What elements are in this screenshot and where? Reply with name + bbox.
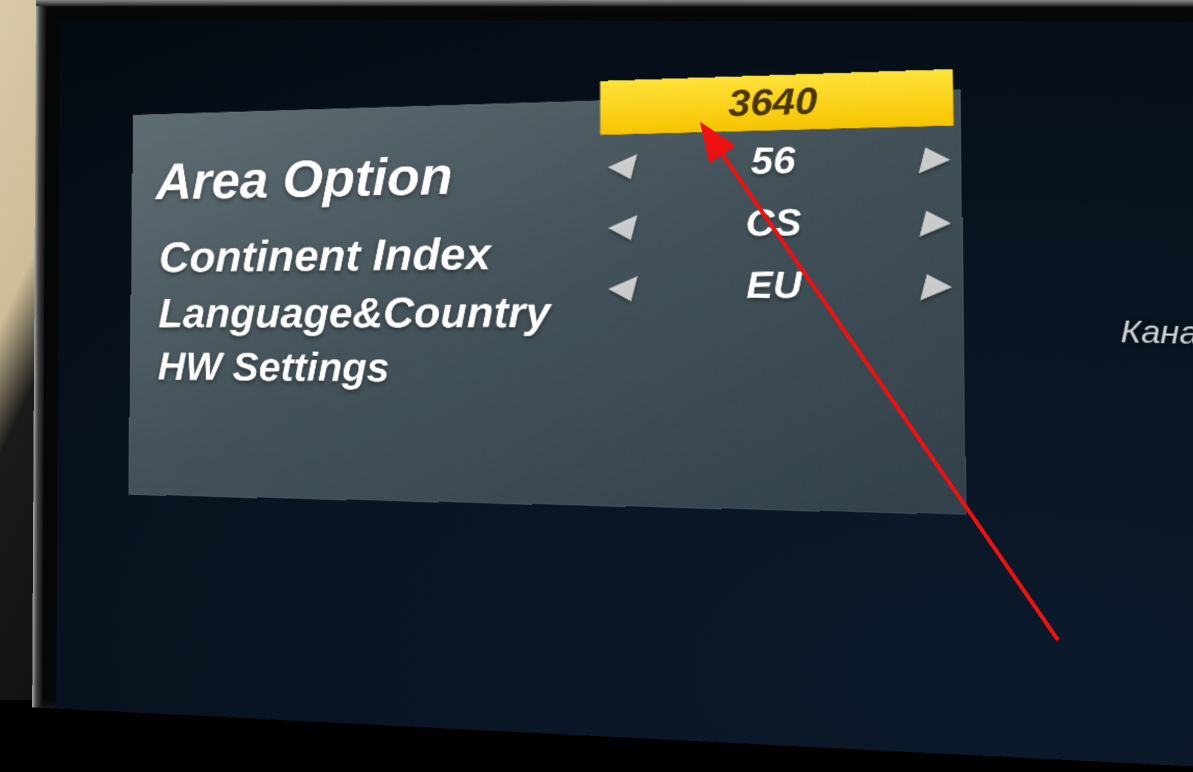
value-hw-settings[interactable]: ◀ EU ▶: [600, 253, 956, 318]
value-language-country-text: CS: [746, 201, 802, 245]
panel-title: Area Option: [156, 145, 453, 212]
arrow-right-icon[interactable]: ▶: [922, 266, 949, 304]
label-language-country[interactable]: Language&Country: [158, 289, 550, 337]
value-selected-text: 3640: [728, 80, 817, 126]
arrow-left-icon[interactable]: ◀: [607, 147, 631, 183]
tv-screen: Каналы не Area Option Continent Index La…: [56, 20, 1193, 771]
value-selected[interactable]: 3640: [600, 69, 954, 135]
arrow-left-icon[interactable]: ◀: [607, 207, 632, 243]
arrow-left-icon[interactable]: ◀: [607, 268, 632, 304]
value-language-country[interactable]: ◀ CS ▶: [600, 189, 955, 256]
panel-values: 3640 ◀ 56 ▶ ◀ CS ▶ ◀ EU ▶: [600, 69, 956, 317]
value-hw-settings-text: EU: [746, 264, 802, 308]
panel-labels: Continent Index Language&Country HW Sett…: [157, 229, 550, 405]
no-channels-text: Каналы не: [1120, 314, 1193, 355]
label-hw-settings[interactable]: HW Settings: [158, 347, 551, 393]
label-continent-index[interactable]: Continent Index: [159, 229, 550, 282]
value-continent-index[interactable]: ◀ 56 ▶: [600, 126, 954, 196]
arrow-right-icon[interactable]: ▶: [920, 139, 947, 177]
tv-bezel: Каналы не Area Option Continent Index La…: [32, 0, 1193, 772]
arrow-right-icon[interactable]: ▶: [921, 202, 948, 240]
value-continent-index-text: 56: [751, 139, 796, 183]
area-option-panel: Area Option Continent Index Language&Cou…: [128, 89, 966, 515]
